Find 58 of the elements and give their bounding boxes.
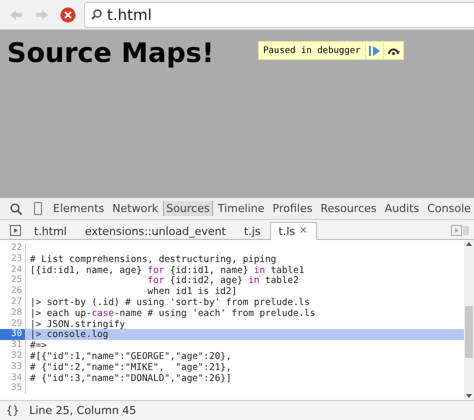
page-heading: Source Maps! (7, 40, 214, 67)
devtools-tab[interactable]: Console (424, 201, 474, 216)
pretty-print-button[interactable]: {} (6, 404, 20, 417)
banner-text: Paused in debugger (262, 44, 362, 58)
phone-icon (34, 202, 42, 215)
devtools-tab[interactable]: Network (109, 201, 162, 216)
line-number: 32 (0, 350, 26, 362)
code-line: |> console.log (29, 329, 108, 340)
scroll-up-icon[interactable] (466, 242, 472, 246)
devtools-tab[interactable]: Resources (317, 201, 380, 216)
cursor-position: Line 25, Column 45 (29, 404, 136, 417)
line-number: 24 (0, 264, 26, 276)
line-number: 26 (0, 286, 26, 297)
line-number: 27 (0, 296, 26, 308)
code-line: |> sort-by (.id) # using 'sort-by' from prelude.ls (29, 296, 310, 308)
devtools-tab[interactable]: Elements (50, 201, 108, 216)
step-over-icon (386, 46, 400, 55)
file-tab[interactable]: t.js (234, 222, 270, 240)
devtools-tab[interactable]: Sources (163, 201, 213, 216)
scroll-down-icon[interactable] (466, 394, 472, 398)
step-over-button[interactable] (382, 42, 403, 59)
line-number: 31 (0, 340, 26, 351)
close-icon[interactable]: × (299, 225, 308, 238)
devtools-tab[interactable]: Timeline (214, 201, 268, 216)
search-icon (10, 202, 22, 214)
file-tab[interactable]: t.ls × (270, 222, 317, 240)
code-line: |> each up-case-name # using 'each' from prelude.ls (29, 308, 316, 319)
code-line: # List comprehensions, destructuring, piping (29, 254, 276, 265)
code-line: #[{"id":1,"name":"GEORGE","age":20}, (29, 350, 232, 362)
code-line: # {"id":2,"name":"MIKE", "age":21}, (29, 362, 232, 373)
back-arrow-icon (10, 10, 22, 20)
resume-icon (368, 46, 380, 56)
file-tab[interactable]: t.html (25, 222, 76, 240)
code-line: for {id:id2, age} in table2 (146, 275, 299, 286)
line-number: 33 (0, 362, 26, 373)
stop-button[interactable] (58, 4, 78, 24)
close-icon (60, 6, 76, 22)
file-tab[interactable]: extensions::unload_event (76, 222, 235, 240)
line-number: 34 (0, 372, 26, 384)
code-line: #=> (29, 340, 47, 351)
devtools-tab[interactable]: Profiles (270, 201, 316, 216)
code-line: when id1 is id2] (146, 286, 238, 297)
code-line: # {"id":3,"name":"DONALD","age":26}] (29, 372, 232, 384)
line-number: 25 (0, 275, 26, 286)
line-number: 35 (0, 383, 26, 394)
forward-arrow-icon (36, 10, 48, 20)
code-line: |> JSON.stringify (29, 318, 126, 330)
line-number: 22 (0, 243, 26, 254)
address-bar[interactable]: t.html (84, 2, 474, 28)
code-line: [{id:id1, name, age} for {id:id1, name} in table1 (29, 264, 304, 276)
line-number: 23 (0, 254, 26, 265)
devtools-tab[interactable]: Audits (382, 201, 422, 216)
panel-toggle-icon (451, 224, 469, 236)
line-number: 30 (0, 329, 26, 340)
scrollbar-thumb[interactable] (465, 306, 473, 358)
panel-toggle-icon (10, 224, 20, 236)
search-icon (91, 9, 102, 20)
line-number: 28 (0, 308, 26, 319)
